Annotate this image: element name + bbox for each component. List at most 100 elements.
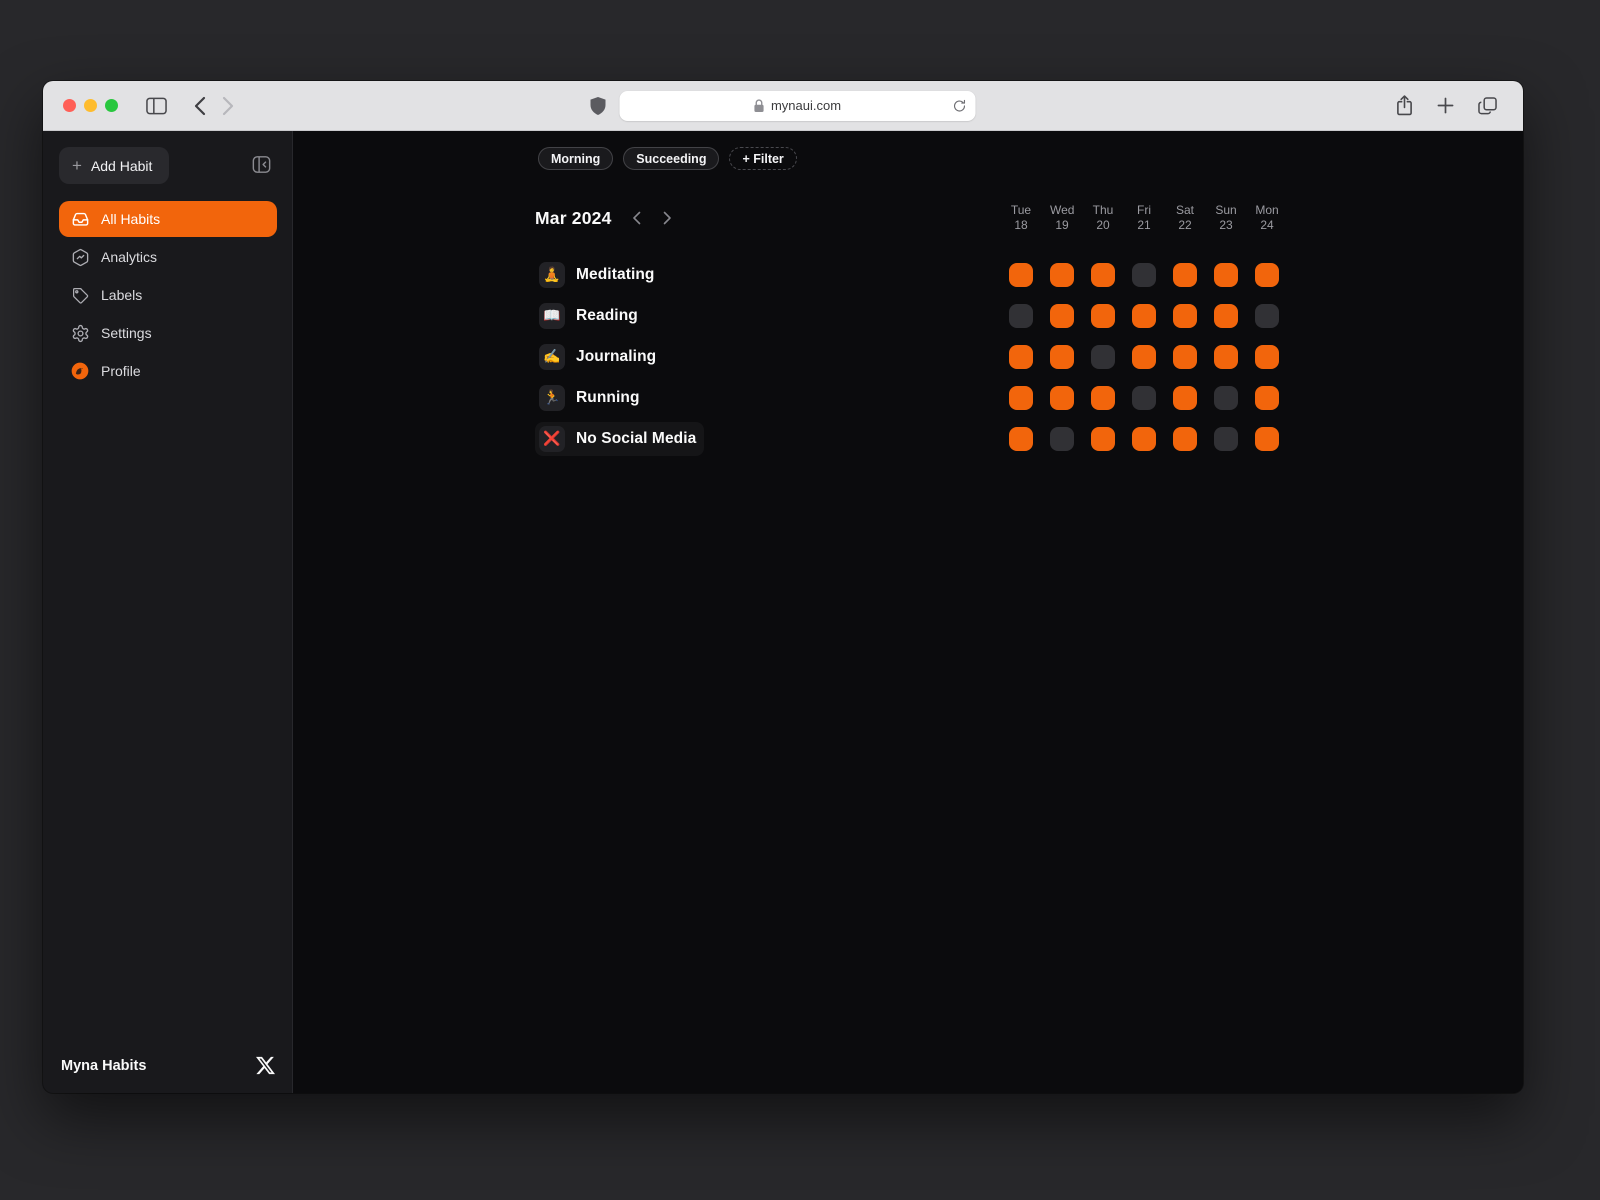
- sidebar: + Add Habit: [43, 131, 293, 1093]
- app-body: + Add Habit: [43, 131, 1523, 1093]
- browser-chrome: mynaui.com: [43, 81, 1523, 131]
- habit-emoji-icon: 📖: [539, 303, 565, 329]
- habit-cell-thu-done[interactable]: [1091, 263, 1115, 287]
- habit-cell-wed-missed[interactable]: [1050, 427, 1074, 451]
- habit-row: 🏃Running: [535, 377, 1281, 418]
- close-window-button[interactable]: [63, 99, 76, 112]
- url-field[interactable]: mynaui.com: [620, 91, 976, 121]
- minimize-window-button[interactable]: [84, 99, 97, 112]
- zoom-window-button[interactable]: [105, 99, 118, 112]
- habit-cell-thu-done[interactable]: [1091, 427, 1115, 451]
- habit-row: ✍️ Journaling: [535, 336, 1281, 377]
- habit-cell-tue-missed[interactable]: [1009, 304, 1033, 328]
- habit-cell-thu-done[interactable]: [1091, 304, 1115, 328]
- main-content: Morning Succeeding + Filter Mar 2024: [293, 131, 1523, 1093]
- forward-icon[interactable]: [222, 96, 235, 116]
- habit-name: No Social Media: [576, 430, 696, 448]
- habit-cell-tue-done[interactable]: [1009, 345, 1033, 369]
- filter-chip-succeeding[interactable]: Succeeding: [623, 147, 719, 170]
- new-tab-icon[interactable]: [1437, 97, 1454, 114]
- filter-chip-morning[interactable]: Morning: [538, 147, 613, 170]
- habit-cell-tue-done[interactable]: [1009, 427, 1033, 451]
- gear-icon: [70, 323, 90, 343]
- day-header-mon: Mon24: [1255, 203, 1279, 233]
- habit-cell-sat-done[interactable]: [1173, 345, 1197, 369]
- habit-cell-sun-done[interactable]: [1214, 345, 1238, 369]
- habit-cell-fri-done[interactable]: [1132, 304, 1156, 328]
- habit-cell-sat-done[interactable]: [1173, 386, 1197, 410]
- habit-cell-mon-missed[interactable]: [1255, 304, 1279, 328]
- sidebar-item-analytics[interactable]: Analytics: [59, 239, 277, 275]
- privacy-shield-icon[interactable]: [591, 97, 606, 115]
- x-twitter-icon[interactable]: [256, 1056, 275, 1075]
- url-text: mynaui.com: [771, 98, 841, 113]
- habit-cell-mon-done[interactable]: [1255, 345, 1279, 369]
- habit-name: Journaling: [576, 348, 656, 366]
- habit-cell-sun-missed[interactable]: [1214, 427, 1238, 451]
- tag-icon: [70, 285, 90, 305]
- habit-cell-tue-done[interactable]: [1009, 263, 1033, 287]
- habit-cell-tue-done[interactable]: [1009, 386, 1033, 410]
- habit-cell-mon-done[interactable]: [1255, 427, 1279, 451]
- inbox-icon: [70, 209, 90, 229]
- habit-name: Running: [576, 389, 640, 407]
- lock-icon: [754, 99, 765, 113]
- habit-cell-fri-done[interactable]: [1132, 427, 1156, 451]
- habit-cell-sat-done[interactable]: [1173, 263, 1197, 287]
- habit-label-group[interactable]: 🏃Running: [535, 381, 648, 415]
- browser-window: mynaui.com: [43, 81, 1523, 1093]
- habit-label-group[interactable]: 🧘Meditating: [535, 258, 663, 292]
- habit-label-group[interactable]: 📖Reading: [535, 299, 646, 333]
- habit-cell-sun-done[interactable]: [1214, 263, 1238, 287]
- habit-cell-sat-done[interactable]: [1173, 304, 1197, 328]
- habit-label-group[interactable]: ❌No Social Media: [535, 422, 704, 456]
- traffic-lights: [63, 99, 118, 112]
- filter-bar: Morning Succeeding + Filter: [535, 147, 1281, 170]
- habit-cell-thu-done[interactable]: [1091, 386, 1115, 410]
- habit-cell-sat-done[interactable]: [1173, 427, 1197, 451]
- browser-sidebar-toggle-icon[interactable]: [146, 97, 167, 115]
- habit-cell-wed-done[interactable]: [1050, 345, 1074, 369]
- habit-cell-sun-done[interactable]: [1214, 304, 1238, 328]
- analytics-icon: [70, 247, 90, 267]
- day-header-thu: Thu20: [1091, 203, 1115, 233]
- habit-cell-mon-done[interactable]: [1255, 263, 1279, 287]
- brand-label: Myna Habits: [61, 1058, 146, 1074]
- habit-row: ❌No Social Media: [535, 418, 1281, 459]
- day-header-grid: Tue18Wed19Thu20Fri21Sat22Sun23Mon24: [1009, 203, 1279, 233]
- address-bar-group: mynaui.com: [591, 91, 976, 121]
- chrome-actions: [1396, 95, 1497, 116]
- habit-cell-mon-done[interactable]: [1255, 386, 1279, 410]
- habit-label-group[interactable]: ✍️ Journaling: [535, 340, 664, 374]
- habit-cell-wed-done[interactable]: [1050, 386, 1074, 410]
- habit-cell-fri-missed[interactable]: [1132, 386, 1156, 410]
- day-header-tue: Tue18: [1009, 203, 1033, 233]
- next-month-icon[interactable]: [661, 209, 674, 227]
- back-icon[interactable]: [193, 96, 206, 116]
- habit-cell-wed-done[interactable]: [1050, 263, 1074, 287]
- habit-cell-fri-done[interactable]: [1132, 345, 1156, 369]
- day-header-sun: Sun23: [1214, 203, 1238, 233]
- add-filter-chip[interactable]: + Filter: [729, 147, 796, 170]
- habit-row: 🧘Meditating: [535, 254, 1281, 295]
- sidebar-item-all-habits[interactable]: All Habits: [59, 201, 277, 237]
- share-icon[interactable]: [1396, 95, 1413, 116]
- sidebar-item-settings[interactable]: Settings: [59, 315, 277, 351]
- sidebar-nav: All Habits Analytics: [59, 201, 277, 389]
- sidebar-item-label: All Habits: [101, 211, 160, 227]
- habit-emoji-icon: ✍️: [539, 344, 565, 370]
- habit-cell-fri-missed[interactable]: [1132, 263, 1156, 287]
- prev-month-icon[interactable]: [630, 209, 643, 227]
- habit-cell-thu-missed[interactable]: [1091, 345, 1115, 369]
- habit-cell-wed-done[interactable]: [1050, 304, 1074, 328]
- reload-icon[interactable]: [953, 98, 967, 113]
- habit-rows: 🧘Meditating 📖Reading ✍️ Journaling 🏃Running ❌…: [535, 254, 1281, 459]
- sidebar-footer: Myna Habits: [59, 1056, 277, 1075]
- add-habit-button[interactable]: + Add Habit: [59, 147, 169, 184]
- day-header-sat: Sat22: [1173, 203, 1197, 233]
- tab-overview-icon[interactable]: [1478, 97, 1497, 115]
- sidebar-item-labels[interactable]: Labels: [59, 277, 277, 313]
- sidebar-item-profile[interactable]: Profile: [59, 353, 277, 389]
- collapse-sidebar-icon[interactable]: [250, 153, 273, 179]
- habit-cell-sun-missed[interactable]: [1214, 386, 1238, 410]
